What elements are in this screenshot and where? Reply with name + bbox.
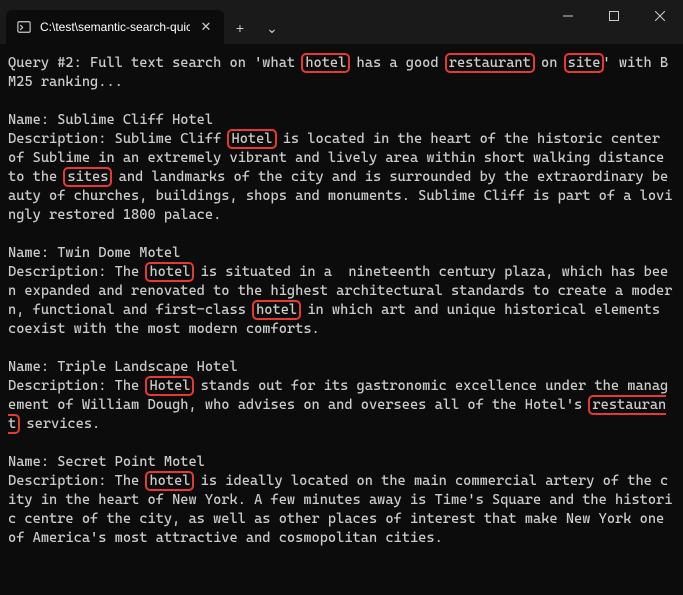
tab-dropdown-button[interactable]: ⌄ [256,12,288,44]
result-description: Description: The Hotel stands out for it… [8,377,675,434]
result-description: Description: The hotel is ideally locate… [8,472,675,548]
result-name: Secret Point Motel [57,454,205,470]
match-highlight: Hotel [145,376,194,396]
result-name-line: Name: Sublime Cliff Hotel [8,111,675,130]
match-highlight: hotel [145,262,194,282]
result-description: Description: Sublime Cliff Hotel is loca… [8,130,675,225]
result-name: Sublime Cliff Hotel [57,112,213,128]
query-highlight: hotel [301,53,350,73]
minimize-button[interactable] [545,0,591,32]
terminal-tab[interactable]: C:\test\semantic-search-quick ✕ [6,10,224,44]
terminal-output[interactable]: Query #2: Full text search on 'what hote… [0,44,683,577]
new-tab-button[interactable]: + [224,12,256,44]
result-name: Triple Landscape Hotel [57,359,237,375]
tab-close-button[interactable]: ✕ [198,19,214,35]
maximize-button[interactable] [591,0,637,32]
query-line: Query #2: Full text search on 'what hote… [8,54,675,92]
match-highlight: hotel [252,300,301,320]
window-close-button[interactable] [637,0,683,32]
result-description: Description: The hotel is situated in a … [8,263,675,339]
window-controls [545,0,683,32]
result-name-line: Name: Twin Dome Motel [8,244,675,263]
tabs-region: C:\test\semantic-search-quick ✕ + ⌄ [0,0,545,44]
query-highlight: site [564,53,605,73]
result-name-line: Name: Triple Landscape Hotel [8,358,675,377]
result-name: Twin Dome Motel [57,245,180,261]
titlebar: C:\test\semantic-search-quick ✕ + ⌄ [0,0,683,44]
match-highlight: Hotel [227,129,276,149]
tab-title: C:\test\semantic-search-quick [40,20,190,34]
match-highlight: sites [63,167,112,187]
query-highlight: restaurant [445,53,535,73]
terminal-icon [16,19,32,35]
match-highlight: hotel [145,471,194,491]
result-name-line: Name: Secret Point Motel [8,453,675,472]
